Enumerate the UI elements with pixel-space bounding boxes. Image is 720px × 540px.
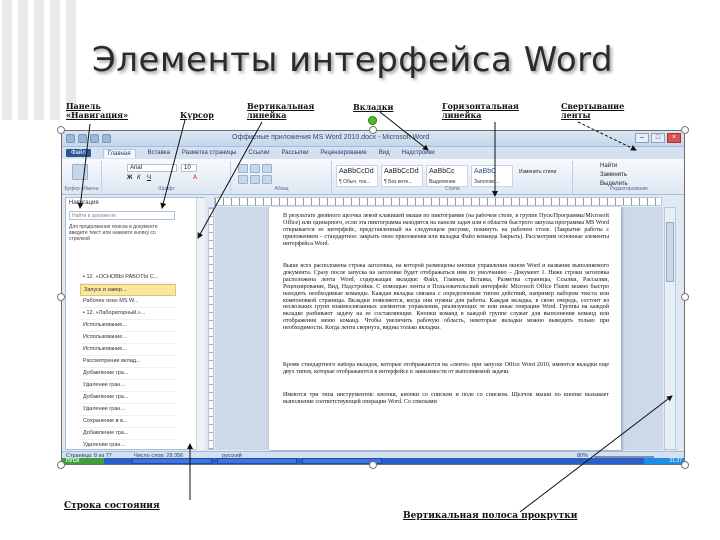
quick-access-toolbar — [66, 134, 111, 143]
group-clipboard: Буфер обмена — [62, 161, 102, 193]
undo-icon[interactable] — [90, 134, 99, 143]
taskbar-button[interactable] — [217, 458, 297, 464]
tab-references[interactable]: Ссылки — [248, 150, 269, 156]
document-paragraph: Кроме стандартного набора вкладок, котор… — [283, 362, 609, 375]
style-heading[interactable]: AaBbC Заголово... — [471, 165, 513, 187]
minimize-button[interactable]: – — [635, 133, 649, 143]
scrollbar-thumb[interactable] — [666, 222, 674, 282]
horizontal-ruler[interactable] — [214, 197, 662, 206]
selection-handle[interactable] — [57, 293, 65, 301]
change-styles-button[interactable]: Изменить стили — [519, 169, 556, 175]
style-no-spacing[interactable]: AaBbCcDd ¶ Без инте... — [381, 165, 423, 187]
list-item[interactable]: Удаление гран... — [80, 404, 176, 416]
annotation-vertical-ruler: Вертикальная линейка — [247, 101, 315, 120]
window-title: Оффисные приложения MS Word 2010.docx - … — [232, 134, 430, 141]
close-button[interactable]: × — [667, 133, 681, 143]
list-item[interactable]: Добавление гра... — [80, 428, 176, 440]
redo-icon[interactable] — [102, 134, 111, 143]
maximize-button[interactable]: □ — [651, 133, 665, 143]
list-item[interactable]: Использование... — [80, 320, 176, 332]
ribbon-tabs: Файл Главная Вставка Разметка страницы С… — [62, 147, 684, 159]
selection-handle[interactable] — [681, 293, 689, 301]
list-item[interactable]: Рассмотрение вклад... — [80, 356, 176, 368]
group-editing: Найти Заменить Выделить Редактирование — [600, 163, 649, 192]
navigation-hint: Для продолжения поиска в документе введи… — [69, 224, 158, 242]
tab-file[interactable]: Файл — [66, 149, 91, 157]
list-item[interactable]: Добавление гра... — [80, 368, 176, 380]
ribbon: Буфер обмена Arial 10 Ж К Ч A Шрифт Абза… — [62, 159, 684, 195]
rotation-handle[interactable] — [368, 116, 377, 125]
list-item[interactable]: Удаление гран... — [80, 380, 176, 392]
group-styles: AaBbCcDd ¶ Обыч. тек... AaBbCcDd ¶ Без инт… — [333, 161, 573, 193]
slide-title: Элементы интерфейса Word — [92, 40, 614, 80]
numbering-icon[interactable] — [250, 164, 260, 173]
navigation-pane-header: Навигация — [69, 200, 99, 206]
font-size-select[interactable]: 10 — [181, 164, 197, 172]
document-area: В результате двойного щелчка левой клави… — [215, 207, 663, 450]
word-screenshot: Оффисные приложения MS Word 2010.docx - … — [61, 130, 685, 465]
paste-icon[interactable] — [72, 164, 88, 180]
replace-button[interactable]: Заменить — [600, 172, 627, 178]
annotation-vertical-scrollbar: Вертикальная полоса прокрутки — [403, 511, 578, 521]
selection-handle[interactable] — [369, 461, 377, 469]
selection-handle[interactable] — [369, 126, 377, 134]
save-icon[interactable] — [78, 134, 87, 143]
tab-insert[interactable]: Вставка — [148, 150, 170, 156]
italic-button[interactable]: К — [137, 175, 141, 181]
window-controls: – □ × — [635, 133, 681, 143]
list-item[interactable]: Использование... — [80, 344, 176, 356]
list-item[interactable]: Сохранение в в... — [80, 416, 176, 428]
tab-mailings[interactable]: Рассылки — [281, 150, 308, 156]
annotation-ribbon-collapse: Свертывание ленты — [561, 101, 625, 120]
list-item[interactable]: Рабочее окно MS W... — [80, 296, 176, 308]
document-paragraph: Имеются три типа инструментов: кнопки, к… — [283, 392, 609, 405]
navigation-scrollbar[interactable] — [196, 198, 205, 450]
vertical-ruler[interactable] — [208, 207, 214, 450]
align-center-icon[interactable] — [250, 175, 260, 184]
navigation-pane: Навигация Найти в документе Для продолже… — [65, 197, 205, 452]
taskbar-button[interactable] — [132, 458, 212, 464]
start-button[interactable]: ПУСК — [62, 458, 104, 464]
selection-handle[interactable] — [57, 126, 65, 134]
font-name-select[interactable]: Arial — [127, 164, 177, 172]
navigation-search-input[interactable]: Найти в документе — [69, 211, 175, 220]
document-page[interactable]: В результате двойного щелчка левой клави… — [269, 207, 621, 450]
tab-page-layout[interactable]: Разметка страницы — [182, 150, 236, 156]
document-paragraph: Выше всех расположена строка заголовка, … — [283, 263, 609, 332]
annotation-status-bar: Строка состояния — [64, 501, 160, 511]
tab-review[interactable]: Рецензирование — [320, 150, 366, 156]
align-right-icon[interactable] — [262, 175, 272, 184]
annotation-cursor: Курсор — [180, 110, 214, 120]
word-logo-icon[interactable] — [66, 134, 75, 143]
find-button[interactable]: Найти — [600, 163, 617, 169]
bullets-icon[interactable] — [238, 164, 248, 173]
list-item[interactable]: ▪ 12. «ОСНОВЫ РАБОТЫ С... — [80, 272, 176, 284]
navigation-headings-list: ▪ 12. «ОСНОВЫ РАБОТЫ С... Запуск и завер… — [80, 272, 176, 452]
list-item[interactable]: Добавление гра... — [80, 392, 176, 404]
annotation-nav-pane: Панель «Навигация» — [66, 101, 129, 120]
tab-view[interactable]: Вид — [379, 150, 390, 156]
vertical-scrollbar[interactable] — [664, 207, 676, 450]
list-item[interactable]: Запуск и завер... — [80, 284, 176, 296]
tab-home[interactable]: Главная — [102, 148, 136, 158]
selection-handle[interactable] — [681, 461, 689, 469]
multilevel-list-icon[interactable] — [262, 164, 272, 173]
bold-button[interactable]: Ж — [127, 175, 132, 181]
list-item[interactable]: Использование... — [80, 332, 176, 344]
align-left-icon[interactable] — [238, 175, 248, 184]
group-paragraph: Абзац — [232, 161, 332, 193]
annotation-horizontal-ruler: Горизонтальная линейка — [442, 101, 519, 120]
selection-handle[interactable] — [57, 461, 65, 469]
list-item[interactable]: ▪ 12. «Лабораторный.»... — [80, 308, 176, 320]
style-normal[interactable]: AaBbCcDd ¶ Обыч. тек... — [336, 165, 378, 187]
underline-button[interactable]: Ч — [147, 175, 151, 181]
group-font: Arial 10 Ж К Ч A Шрифт — [103, 161, 231, 193]
selection-handle[interactable] — [681, 126, 689, 134]
system-tray-clock: 21:37 — [644, 458, 684, 464]
annotation-tabs: Вкладки — [353, 102, 394, 112]
font-color-button[interactable]: A — [193, 175, 197, 181]
tab-addins[interactable]: Надстройки — [402, 150, 435, 156]
document-paragraph: В результате двойного щелчка левой клави… — [283, 213, 609, 247]
style-emphasis[interactable]: AaBbCc Выделение — [426, 165, 468, 187]
